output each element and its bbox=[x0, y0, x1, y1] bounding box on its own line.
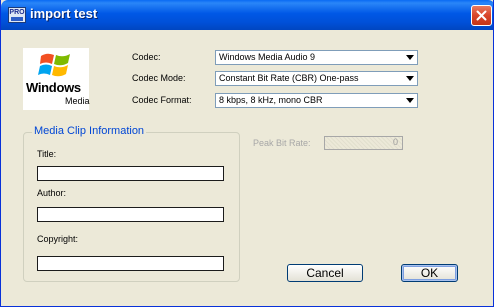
logo-word: Windows bbox=[26, 80, 81, 95]
codec-mode-label: Codec Mode: bbox=[132, 73, 186, 83]
codec-label: Codec: bbox=[132, 52, 161, 62]
app-icon-text: PRO bbox=[9, 9, 25, 16]
app-icon: PRO bbox=[8, 7, 26, 23]
peak-bit-rate-label: Peak Bit Rate: bbox=[253, 138, 311, 148]
window-title: import test bbox=[30, 6, 98, 21]
codec-format-value: 8 kbps, 8 kHz, mono CBR bbox=[219, 95, 323, 105]
copyright-input[interactable] bbox=[37, 256, 224, 271]
windows-flag-icon bbox=[38, 53, 70, 77]
logo-subword: Media bbox=[65, 96, 90, 106]
ok-button[interactable]: OK bbox=[401, 264, 458, 282]
codec-format-label: Codec Format: bbox=[132, 95, 192, 105]
codec-format-dropdown-button[interactable] bbox=[404, 95, 416, 106]
close-icon bbox=[476, 10, 487, 21]
cancel-button[interactable]: Cancel bbox=[287, 264, 363, 282]
codec-format-dropdown[interactable]: 8 kbps, 8 kHz, mono CBR bbox=[215, 93, 418, 108]
windows-media-logo: Windows Media bbox=[23, 48, 90, 110]
codec-mode-value: Constant Bit Rate (CBR) One-pass bbox=[219, 73, 359, 83]
author-input[interactable] bbox=[37, 207, 224, 222]
codec-dropdown-button[interactable] bbox=[404, 52, 416, 63]
author-label: Author: bbox=[37, 188, 67, 198]
close-button[interactable] bbox=[471, 5, 492, 26]
codec-dropdown[interactable]: Windows Media Audio 9 bbox=[215, 50, 418, 65]
dropdown-arrow-icon bbox=[406, 55, 414, 60]
peak-bit-rate-field: 0 bbox=[324, 136, 403, 150]
copyright-label: Copyright: bbox=[37, 234, 79, 244]
media-clip-group-title: Media Clip Information bbox=[32, 125, 147, 137]
dropdown-arrow-icon bbox=[406, 98, 414, 103]
codec-mode-dropdown-button[interactable] bbox=[404, 73, 416, 84]
codec-mode-dropdown[interactable]: Constant Bit Rate (CBR) One-pass bbox=[215, 71, 418, 86]
codec-value: Windows Media Audio 9 bbox=[219, 52, 316, 62]
dialog-window: PRO import test Windows Media Codec: Win… bbox=[0, 0, 494, 307]
peak-bit-rate-value: 0 bbox=[392, 137, 398, 147]
title-bar[interactable]: PRO import test bbox=[1, 0, 493, 30]
app-icon-bar bbox=[11, 17, 23, 21]
title-input[interactable] bbox=[37, 166, 224, 181]
title-label: Title: bbox=[37, 149, 57, 159]
dropdown-arrow-icon bbox=[406, 76, 414, 81]
